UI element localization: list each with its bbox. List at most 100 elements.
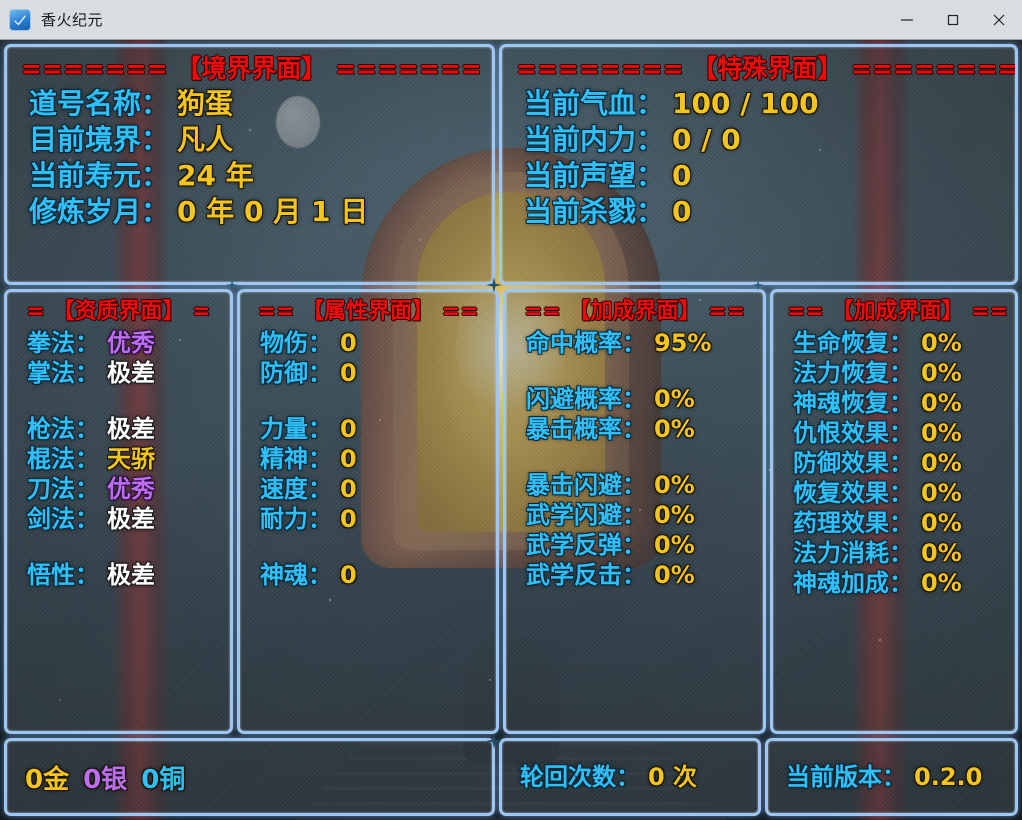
stat-value: 0 xyxy=(340,504,357,533)
game-window: 香火纪元 ======= 【境界界面】 ======= 道号名称： 狗蛋 目前境… xyxy=(0,0,1022,820)
stat-value: 极差 xyxy=(107,358,155,387)
stat-row: 仇恨效果： 0% xyxy=(793,418,1001,448)
stat-label: 神魂： xyxy=(260,560,332,589)
stat-value: 95% xyxy=(654,328,712,357)
panel-aptitude-rows: 拳法： 优秀 掌法： 极差 枪法： 极差 棍法： 天骄 刀法： 优秀 剑法： 极… xyxy=(21,328,216,590)
stat-row: 轮回次数： 0 次 xyxy=(520,765,697,789)
stat-row: 闪避概率： 0% xyxy=(526,384,749,414)
currency-gold: 0金 xyxy=(25,764,70,795)
stat-label: 道号名称： xyxy=(29,87,170,121)
panel-row-middle: = 【资质界面】 = 拳法： 优秀 掌法： 极差 枪法： 极差 棍法： 天骄 刀… xyxy=(4,289,1018,734)
panel-bonus-effects-title-left: == xyxy=(787,299,824,324)
panel-special-title: ======== 【特殊界面】 ======== xyxy=(516,53,1015,84)
stat-value: 极差 xyxy=(107,504,155,533)
panel-bonus-combat-rows: 命中概率： 95% 闪避概率： 0% 暴击概率： 0% 暴击闪避： 0% 武学闪… xyxy=(520,328,749,590)
stat-value: 0 xyxy=(340,328,357,357)
stat-row: 枪法： 极差 xyxy=(27,414,216,444)
stat-row: 暴击闪避： 0% xyxy=(526,470,749,500)
stat-label: 力量： xyxy=(260,414,332,443)
stat-label: 目前境界： xyxy=(29,123,170,157)
stat-row: 当前版本： 0.2.0 xyxy=(786,765,982,789)
stat-row: 修炼岁月： 0 年 0 月 1 日 xyxy=(29,194,478,230)
stat-value: 优秀 xyxy=(107,328,155,357)
stat-label: 暴击概率： xyxy=(526,414,646,443)
stat-value: 0% xyxy=(921,568,962,597)
game-content: ======= 【境界界面】 ======= 道号名称： 狗蛋 目前境界： 凡人 xyxy=(0,40,1022,820)
stat-value: 0.2.0 xyxy=(914,763,983,791)
panel-special-rows: 当前气血： 100 / 100 当前内力： 0 / 0 当前声望： 0 当前杀戮… xyxy=(516,86,1001,230)
stat-label: 防御： xyxy=(260,358,332,387)
stat-row: 武学闪避： 0% xyxy=(526,500,749,530)
stat-row: 道号名称： 狗蛋 xyxy=(29,86,478,122)
stat-value: 0% xyxy=(654,414,695,443)
stat-value: 0% xyxy=(654,470,695,499)
stat-label: 剑法： xyxy=(27,504,99,533)
panel-row-bottom: 0金 0银 0铜 轮回次数： 0 次 当前版本： 0.2.0 xyxy=(4,738,1018,816)
stat-value: 0% xyxy=(921,358,962,387)
stat-row: 武学反击： 0% xyxy=(526,560,749,590)
panel-bonus-combat-title-text: 【加成界面】 xyxy=(568,299,701,324)
stat-row: 恢复效果： 0% xyxy=(793,478,1001,508)
stat-label: 武学反弹： xyxy=(526,530,646,559)
title-bar: 香火纪元 xyxy=(0,0,1022,40)
stat-label: 神魂加成： xyxy=(793,568,913,597)
stat-row: 剑法： 极差 xyxy=(27,504,216,534)
stat-label: 当前气血： xyxy=(524,87,665,121)
stat-label: 当前杀戮： xyxy=(524,195,665,229)
close-button[interactable] xyxy=(976,0,1022,39)
stat-value: 0 xyxy=(340,358,357,387)
panel-aptitude: = 【资质界面】 = 拳法： 优秀 掌法： 极差 枪法： 极差 棍法： 天骄 刀… xyxy=(4,289,233,734)
stat-label: 当前内力： xyxy=(524,123,665,157)
stat-value: 极差 xyxy=(107,560,155,589)
currency-silver: 0银 xyxy=(83,764,128,795)
stat-row: 当前杀戮： 0 xyxy=(524,194,1001,230)
stat-label: 仇恨效果： xyxy=(793,418,913,447)
stat-label: 神魂恢复： xyxy=(793,388,913,417)
stat-value: 0% xyxy=(921,448,962,477)
stat-value: 0% xyxy=(654,560,695,589)
stat-value: 24 年 xyxy=(177,159,254,193)
stat-label: 棍法： xyxy=(27,444,99,473)
panel-aptitude-title-right: = xyxy=(192,299,211,324)
stat-row: 神魂恢复： 0% xyxy=(793,388,1001,418)
stat-value: 0 / 0 xyxy=(672,123,741,157)
stat-value: 凡人 xyxy=(177,123,234,157)
stat-label: 药理效果： xyxy=(793,508,913,537)
stat-row: 防御效果： 0% xyxy=(793,448,1001,478)
panel-bonus-effects-title: == 【加成界面】 == xyxy=(787,298,1008,326)
panel-attributes-title-left: == xyxy=(257,299,295,324)
panel-bonus-combat: == 【加成界面】 == 命中概率： 95% 闪避概率： 0% 暴击概率： 0%… xyxy=(503,289,766,734)
stat-label: 武学闪避： xyxy=(526,500,646,529)
panel-attributes-title-right: == xyxy=(441,299,479,324)
stat-value: 0% xyxy=(921,328,962,357)
panel-attributes-title: == 【属性界面】 == xyxy=(254,298,482,326)
stat-label: 暴击闪避： xyxy=(526,470,646,499)
panel-bonus-effects-title-text: 【加成界面】 xyxy=(831,299,964,324)
panel-bonus-combat-title-right: == xyxy=(708,299,746,324)
stat-row: 当前内力： 0 / 0 xyxy=(524,122,1001,158)
stat-value: 0 xyxy=(340,414,357,443)
stat-label: 闪避概率： xyxy=(526,384,646,413)
stat-row: 生命恢复： 0% xyxy=(793,328,1001,358)
stat-row: 悟性： 极差 xyxy=(27,560,216,590)
panel-version: 当前版本： 0.2.0 xyxy=(765,738,1018,816)
stat-value: 优秀 xyxy=(107,474,155,503)
panel-special-title-text: 【特殊界面】 xyxy=(692,54,843,83)
panel-realm-rows: 道号名称： 狗蛋 目前境界： 凡人 当前寿元： 24 年 修炼岁月： 0 年 0… xyxy=(21,86,478,230)
currency-line: 0金 0银 0铜 xyxy=(25,759,185,796)
stat-value: 天骄 xyxy=(107,444,155,473)
minimize-button[interactable] xyxy=(884,0,930,39)
maximize-button[interactable] xyxy=(930,0,976,39)
currency-copper: 0铜 xyxy=(141,764,186,795)
panel-attributes-rows: 物伤： 0 防御： 0 力量： 0 精神： 0 速度： 0 耐力： 0 神魂： … xyxy=(254,328,482,590)
stat-row: 刀法： 优秀 xyxy=(27,474,216,504)
stat-value: 0 xyxy=(340,560,357,589)
stat-row: 耐力： 0 xyxy=(260,504,482,534)
window-title: 香火纪元 xyxy=(41,11,104,29)
stat-row: 武学反弹： 0% xyxy=(526,530,749,560)
stat-row: 当前声望： 0 xyxy=(524,158,1001,194)
panel-bonus-combat-title-left: == xyxy=(523,299,561,324)
stat-label: 刀法： xyxy=(27,474,99,503)
stat-label: 法力恢复： xyxy=(793,358,913,387)
stat-value: 0% xyxy=(921,478,962,507)
